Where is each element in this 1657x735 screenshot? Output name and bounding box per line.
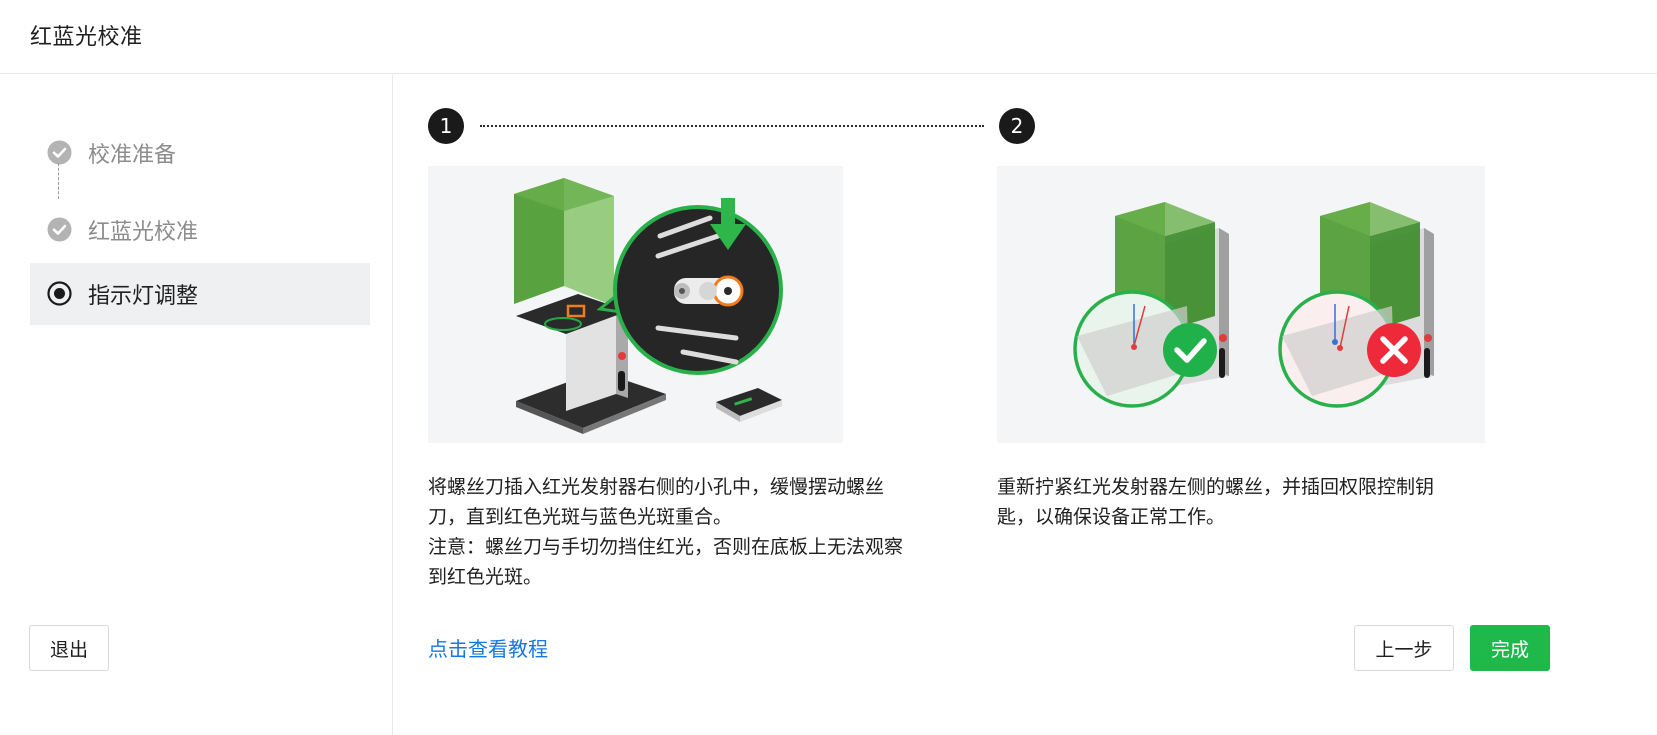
sidebar-step-label: 红蓝光校准	[88, 220, 199, 245]
correct-incorrect-image	[1073, 202, 1434, 408]
step1-instruction-text: 将螺丝刀插入红光发射器右侧的小孔中，缓慢摆动螺丝刀，直到红色光斑与蓝色光斑重合。	[428, 476, 885, 528]
steps-sidebar: 校准准备 红蓝光校准 指示灯调整 退出	[0, 75, 393, 735]
laser-device-zoom-image	[514, 178, 783, 434]
step2-instruction-text: 重新拧紧红光发射器左侧的螺丝，并插回权限控制钥匙，以确保设备正常工作。	[997, 476, 1435, 528]
step2-description: 重新拧紧红光发射器左侧的螺丝，并插回权限控制钥匙，以确保设备正常工作。	[997, 472, 1467, 532]
step-number-1: 1	[428, 108, 464, 144]
sidebar-step-prepare[interactable]: 校准准备	[30, 122, 370, 184]
step-connector	[58, 163, 59, 199]
previous-step-button[interactable]: 上一步	[1354, 625, 1454, 671]
sidebar-step-indicator[interactable]: 指示灯调整	[30, 263, 370, 325]
illustration-result-compare	[997, 166, 1485, 443]
sidebar-step-label: 校准准备	[88, 143, 177, 168]
dialog-header: 红蓝光校准	[0, 0, 1657, 74]
illustration-adjust-screw	[428, 166, 843, 443]
exit-button[interactable]: 退出	[29, 625, 109, 671]
step1-description: 将螺丝刀插入红光发射器右侧的小孔中，缓慢摆动螺丝刀，直到红色光斑与蓝色光斑重合。…	[428, 472, 918, 592]
sidebar-step-label: 指示灯调整	[88, 284, 199, 309]
radio-current-icon	[47, 281, 72, 306]
sidebar-step-calibration[interactable]: 红蓝光校准	[30, 199, 370, 261]
tutorial-link[interactable]: 点击查看教程	[428, 633, 548, 662]
check-circle-icon	[47, 140, 72, 165]
page-title: 红蓝光校准	[30, 25, 143, 50]
check-circle-icon	[47, 217, 72, 242]
finish-button[interactable]: 完成	[1470, 625, 1550, 671]
step-number-2: 2	[999, 108, 1035, 144]
step1-note-text: 注意：螺丝刀与手切勿挡住红光，否则在底板上无法观察到红色光斑。	[428, 536, 904, 588]
step-progress-line	[480, 125, 984, 127]
